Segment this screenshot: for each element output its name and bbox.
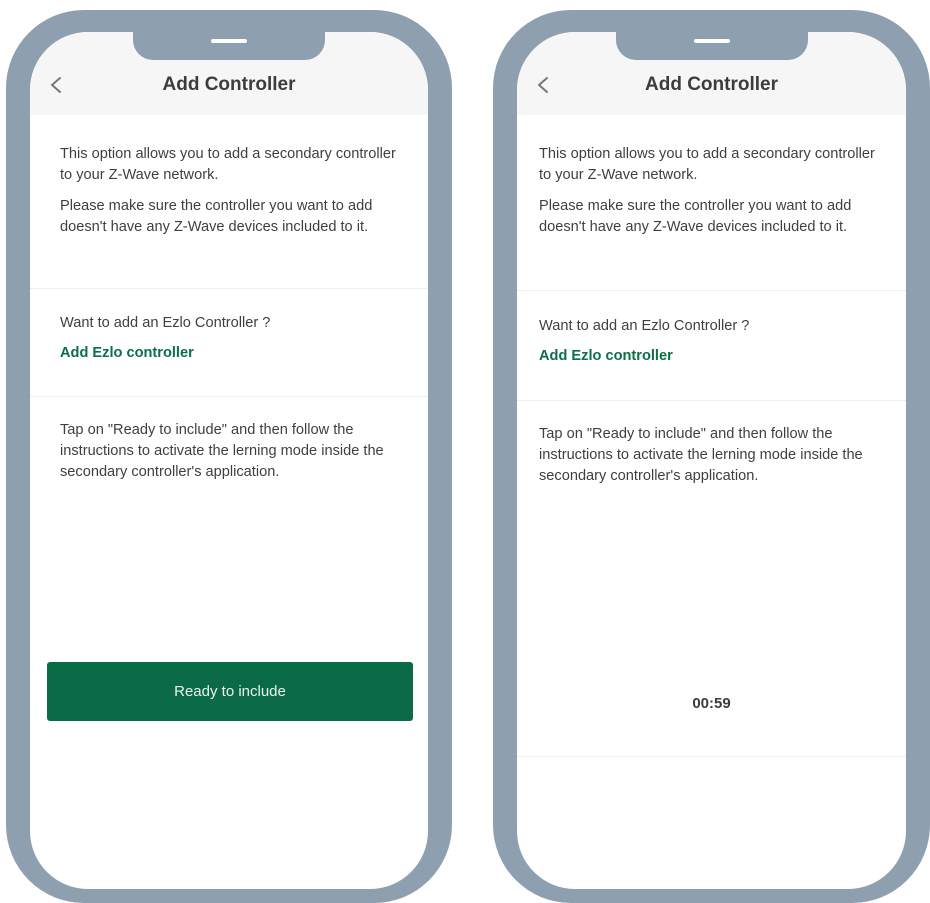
ezlo-question: Want to add an Ezlo Controller ? — [539, 318, 750, 334]
phone-notch — [615, 32, 808, 60]
add-ezlo-controller-link[interactable]: Add Ezlo controller — [60, 345, 194, 361]
ready-to-include-button[interactable]: Ready to include — [47, 662, 413, 721]
instructions-section: Tap on "Ready to include" and then follo… — [517, 424, 906, 497]
page-title: Add Controller — [645, 74, 778, 95]
intro-text-1: This option allows you to add a secondar… — [539, 146, 875, 183]
ezlo-question: Want to add an Ezlo Controller ? — [60, 315, 271, 331]
divider — [517, 290, 906, 291]
header-bar: Add Controller — [517, 32, 906, 115]
phone-notch — [133, 32, 325, 60]
divider — [30, 288, 428, 289]
page-title: Add Controller — [162, 74, 296, 95]
divider — [30, 396, 428, 397]
phone-frame-right: Add Controller This option allows you to… — [493, 10, 930, 903]
intro-text-2: Please make sure the controller you want… — [60, 198, 373, 235]
intro-section: This option allows you to add a secondar… — [517, 144, 906, 248]
instructions-text: Tap on "Ready to include" and then follo… — [60, 422, 384, 480]
phone-frame-left: Add Controller This option allows you to… — [6, 10, 452, 903]
divider — [517, 400, 906, 401]
screen-right: Add Controller This option allows you to… — [517, 32, 906, 889]
screen-left: Add Controller This option allows you to… — [30, 32, 428, 889]
intro-text-1: This option allows you to add a secondar… — [60, 146, 396, 183]
intro-section: This option allows you to add a secondar… — [30, 144, 428, 248]
instructions-section: Tap on "Ready to include" and then follo… — [30, 420, 428, 493]
speaker-icon — [211, 39, 247, 43]
instructions-text: Tap on "Ready to include" and then follo… — [539, 426, 863, 484]
speaker-icon — [693, 39, 730, 43]
intro-text-2: Please make sure the controller you want… — [539, 198, 852, 235]
countdown-timer: 00:59 — [692, 695, 731, 712]
header-bar: Add Controller — [30, 32, 428, 115]
divider — [517, 756, 906, 757]
ezlo-section: Want to add an Ezlo Controller ? Add Ezl… — [30, 313, 428, 362]
add-ezlo-controller-link[interactable]: Add Ezlo controller — [539, 348, 673, 364]
ezlo-section: Want to add an Ezlo Controller ? Add Ezl… — [517, 316, 906, 365]
